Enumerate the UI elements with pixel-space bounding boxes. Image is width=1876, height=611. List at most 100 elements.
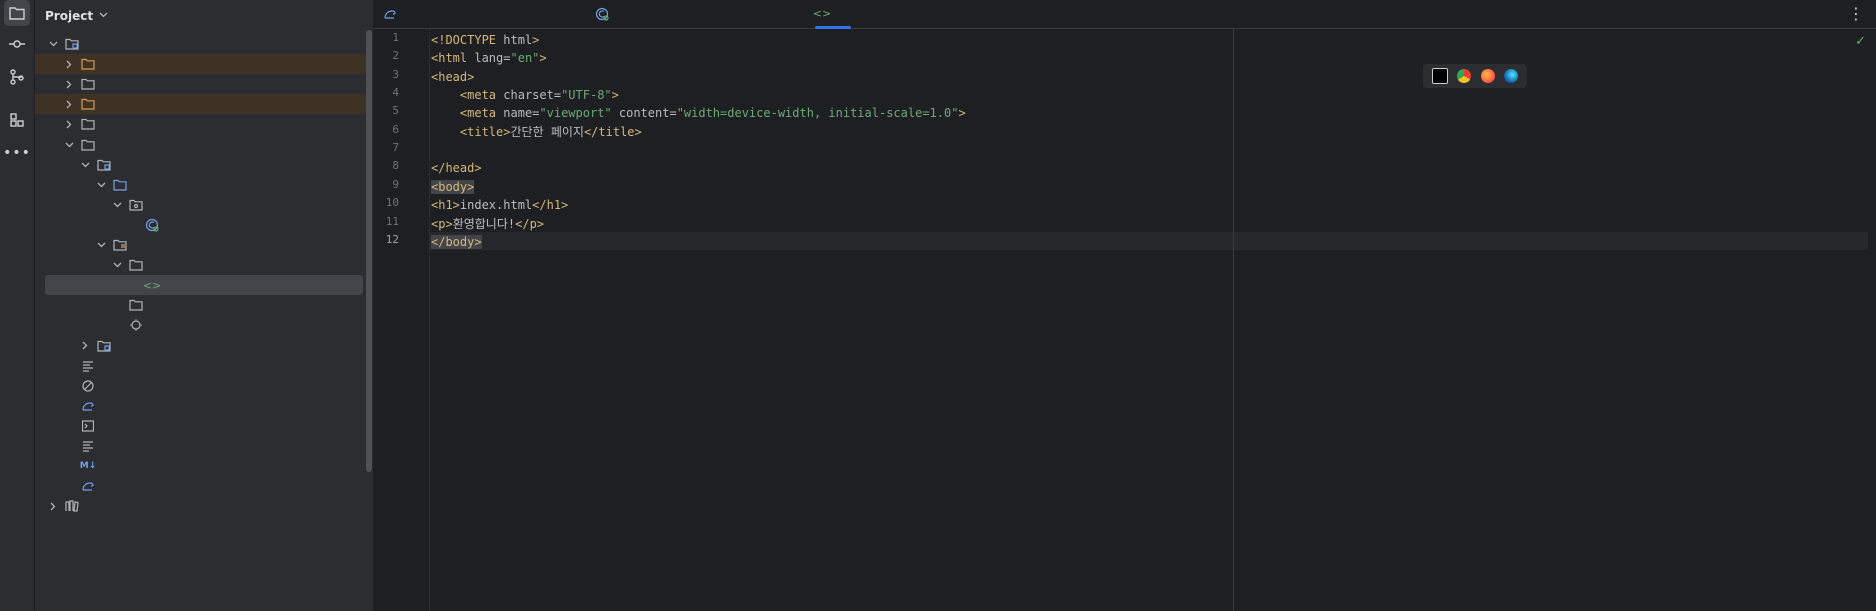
code-token: html xyxy=(503,33,533,47)
more-tools-button[interactable]: ••• xyxy=(3,140,30,166)
editor-tab[interactable] xyxy=(595,0,615,27)
tree-item[interactable] xyxy=(35,255,371,275)
library-icon xyxy=(65,499,79,513)
chevron-down-icon[interactable] xyxy=(47,38,59,50)
project-panel-header[interactable]: Project xyxy=(45,6,108,26)
tree-item[interactable] xyxy=(35,315,371,335)
code-token: "UTF-8" xyxy=(561,88,612,103)
intellij-icon[interactable] xyxy=(1431,68,1448,84)
editor-tabs: <> xyxy=(373,0,1876,29)
chevron-down-icon[interactable] xyxy=(95,239,107,251)
current-line-highlight xyxy=(430,232,1868,250)
code-line: <!DOCTYPE html> xyxy=(431,31,539,49)
folder-icon xyxy=(129,298,143,312)
chevron-right-icon[interactable] xyxy=(47,500,59,512)
code-token: "viewport" xyxy=(539,106,612,121)
tree-item[interactable] xyxy=(35,175,371,195)
chevron-right-icon[interactable] xyxy=(63,58,75,70)
tree-item[interactable] xyxy=(35,135,371,155)
tree-item[interactable] xyxy=(35,235,371,255)
edge-icon[interactable] xyxy=(1504,69,1519,83)
module-folder-icon xyxy=(65,37,79,51)
project-panel: Project <> M↓ xyxy=(35,0,373,611)
tree-item[interactable]: <> xyxy=(45,275,363,296)
markdown-icon: M↓ xyxy=(79,461,97,472)
tree-item[interactable] xyxy=(35,496,371,516)
tree-item[interactable] xyxy=(35,376,371,396)
html-file-icon: <> xyxy=(142,278,162,292)
code-token: <meta xyxy=(459,106,504,121)
inspection-ok-icon[interactable]: ✓ xyxy=(1855,34,1866,49)
tree-item[interactable] xyxy=(35,416,371,436)
code-line: <meta charset="UTF-8"> xyxy=(431,86,619,104)
code-token: charset xyxy=(503,88,554,103)
line-number: 7 xyxy=(392,141,399,155)
project-tool-button[interactable] xyxy=(4,0,30,26)
structure-icon xyxy=(10,113,24,127)
chevron-down-icon[interactable] xyxy=(63,139,75,151)
tree-item[interactable] xyxy=(35,356,371,376)
code-token: name xyxy=(503,106,533,121)
code-token: 간단한 페이지 xyxy=(510,124,584,139)
code-editor[interactable]: <!DOCTYPE html> <html lang="en"> <head> <m… xyxy=(430,29,1870,611)
tree-item[interactable] xyxy=(35,114,371,134)
folder-icon xyxy=(81,77,95,91)
code-line: <h1>index.html</h1> xyxy=(431,196,568,214)
tree-item[interactable]: M↓ xyxy=(35,456,371,476)
chevron-down-icon[interactable] xyxy=(111,199,123,211)
code-token: > xyxy=(532,33,540,47)
more-vertical-icon[interactable]: ⋮ xyxy=(1848,4,1864,23)
code-line: <p>환영합니다!</p> xyxy=(431,215,544,233)
tree-item[interactable] xyxy=(35,34,371,54)
structure-tool-button[interactable] xyxy=(4,107,30,133)
tree-item[interactable] xyxy=(35,295,371,315)
line-number: 1 xyxy=(392,31,399,44)
line-number: 8 xyxy=(392,159,399,173)
folder-icon xyxy=(81,138,95,152)
spring-class-icon xyxy=(595,7,609,21)
chrome-icon[interactable] xyxy=(1457,69,1472,83)
code-line: <html lang="en"> xyxy=(431,49,547,67)
browser-preview-bar xyxy=(1423,64,1527,88)
tree-item[interactable] xyxy=(35,336,371,356)
line-number: 3 xyxy=(392,67,399,81)
pull-requests-tool-button[interactable] xyxy=(4,64,30,90)
editor-tab[interactable]: <> xyxy=(813,0,851,29)
tree-item[interactable] xyxy=(35,476,371,496)
project-scrollbar[interactable] xyxy=(366,30,372,472)
tree-item[interactable] xyxy=(35,396,371,416)
folder-icon xyxy=(81,117,95,131)
code-line: <head> xyxy=(431,68,474,86)
editor-tab[interactable] xyxy=(383,0,403,27)
tree-item[interactable] xyxy=(35,54,371,75)
tree-item[interactable] xyxy=(35,155,371,175)
chevron-down-icon[interactable] xyxy=(111,259,123,271)
chevron-down-icon[interactable] xyxy=(95,179,107,191)
tree-item[interactable] xyxy=(35,195,371,215)
folder-icon xyxy=(81,57,95,71)
chevron-right-icon[interactable] xyxy=(63,98,75,110)
code-token: <p> xyxy=(431,216,453,231)
code-token: </head> xyxy=(431,161,482,176)
folder-icon xyxy=(81,97,95,111)
firefox-icon[interactable] xyxy=(1480,69,1495,83)
chevron-right-icon[interactable] xyxy=(63,78,75,90)
chevron-right-icon[interactable] xyxy=(79,340,91,352)
code-line: <title>간단한 페이지</title> xyxy=(431,123,642,141)
code-token: "en" xyxy=(510,51,540,66)
tree-item[interactable] xyxy=(35,74,371,94)
commit-tool-button[interactable] xyxy=(4,31,30,57)
chevron-down-icon[interactable] xyxy=(79,159,91,171)
code-line: <body> xyxy=(431,178,475,196)
line-number: 11 xyxy=(385,214,399,228)
tree-item[interactable] xyxy=(35,215,371,235)
code-token: <!DOCTYPE xyxy=(431,33,504,47)
code-token: 환영합니다! xyxy=(452,216,516,231)
tree-item[interactable] xyxy=(35,94,371,115)
tree-item[interactable] xyxy=(35,436,371,456)
code-line: <meta name="viewport" content="width=dev… xyxy=(431,104,966,122)
chevron-right-icon[interactable] xyxy=(63,118,75,130)
code-token: > xyxy=(539,51,547,66)
